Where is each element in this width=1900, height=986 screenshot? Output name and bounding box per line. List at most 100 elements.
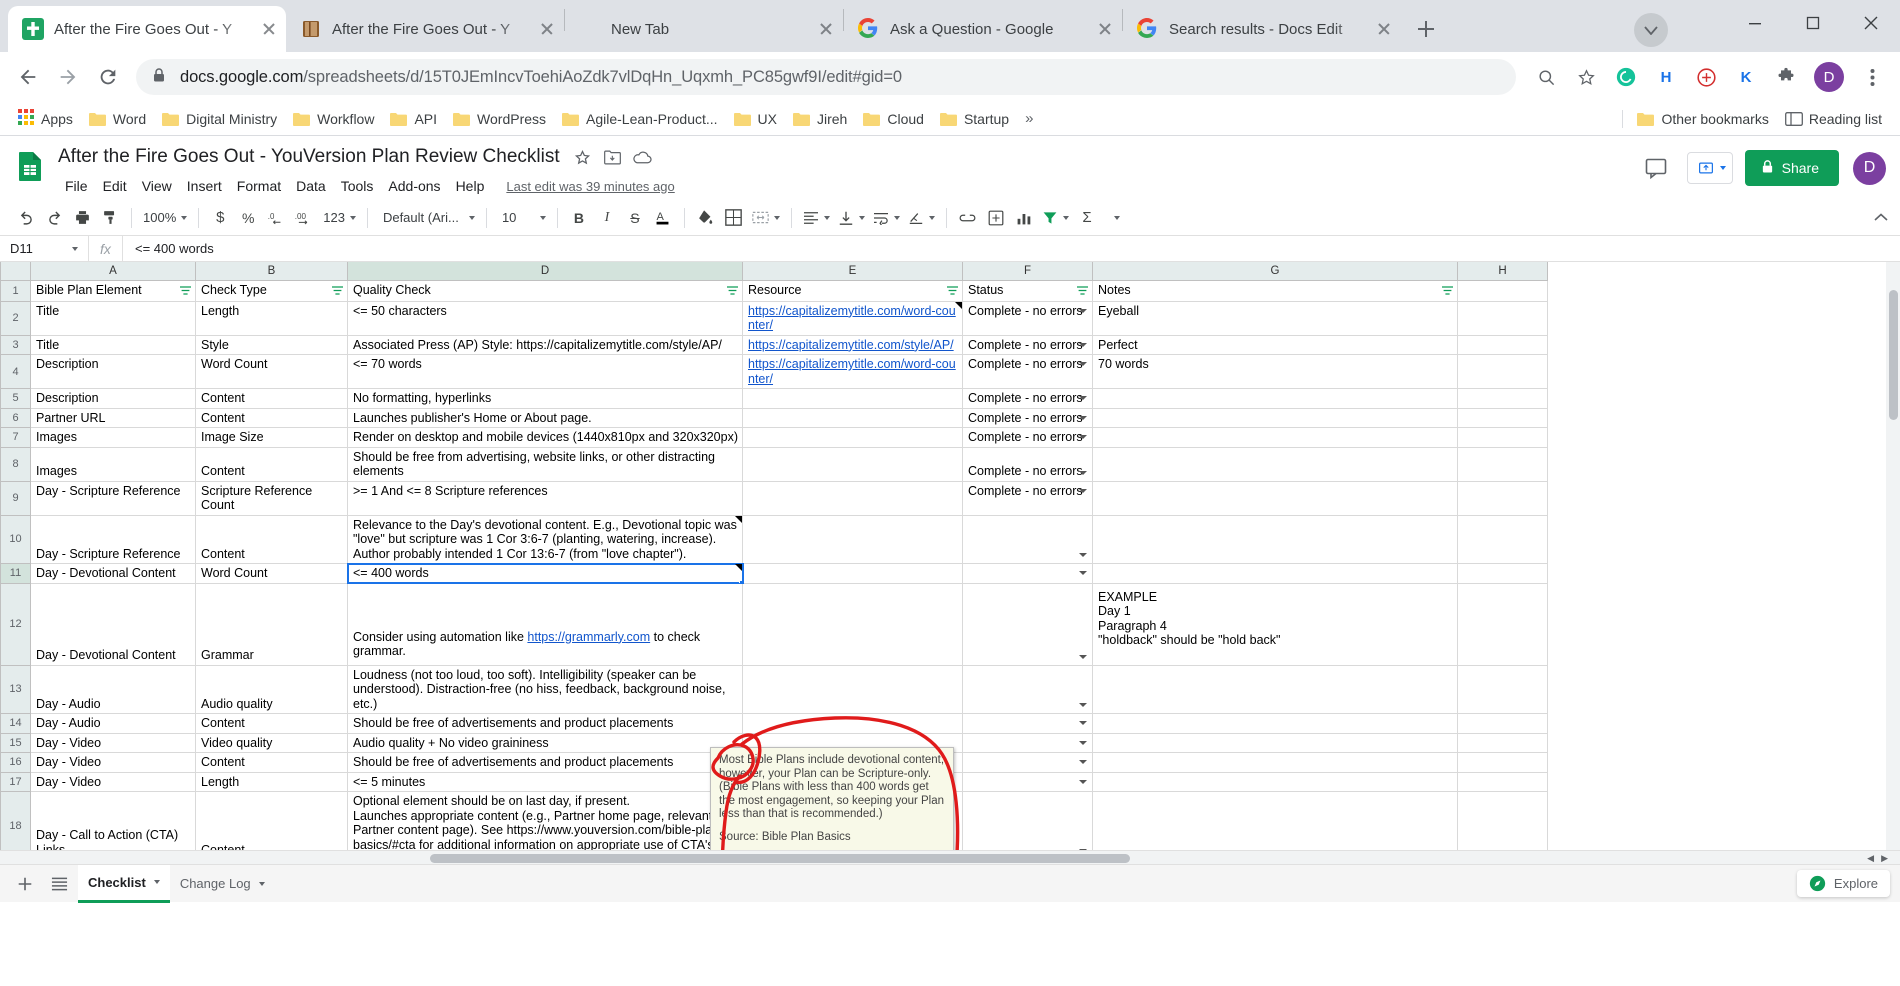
text-color-icon[interactable]: A bbox=[649, 204, 677, 232]
avatar[interactable]: D bbox=[1853, 151, 1886, 185]
bold-icon[interactable]: B bbox=[565, 204, 593, 232]
bookmark-jireh[interactable]: Jireh bbox=[785, 108, 855, 130]
row-header-5[interactable]: 5 bbox=[0, 388, 31, 409]
row-header-12[interactable]: 12 bbox=[0, 582, 31, 666]
chevron-down-icon[interactable] bbox=[1079, 308, 1087, 313]
insert-chart-icon[interactable] bbox=[1010, 204, 1038, 232]
cell-d10[interactable]: Relevance to the Day's devotional conten… bbox=[347, 514, 743, 564]
cell-h12[interactable] bbox=[1457, 582, 1548, 666]
cell-b11[interactable]: Word Count bbox=[195, 563, 348, 584]
close-icon[interactable] bbox=[258, 18, 280, 40]
close-button[interactable] bbox=[1842, 0, 1900, 46]
chevron-down-icon[interactable] bbox=[1079, 760, 1087, 764]
browser-tab-1[interactable]: After the Fire Goes Out - Y bbox=[8, 6, 286, 52]
chevron-down-icon[interactable] bbox=[1079, 488, 1087, 493]
cell-a4[interactable]: Description bbox=[30, 354, 196, 389]
chevron-down-icon[interactable] bbox=[72, 246, 78, 251]
menu-file[interactable]: File bbox=[58, 176, 95, 196]
borders-icon[interactable] bbox=[720, 204, 748, 232]
cell-b7[interactable]: Image Size bbox=[195, 427, 348, 448]
cell-f3[interactable]: Complete - no errors bbox=[962, 334, 1093, 355]
cell-a5[interactable]: Description bbox=[30, 388, 196, 409]
cell-e4[interactable]: https://capitalizemytitle.com/word-count… bbox=[742, 354, 963, 389]
column-header-d[interactable]: D bbox=[347, 262, 743, 281]
cell-a12[interactable]: Day - Devotional Content bbox=[30, 582, 196, 666]
cell-e14[interactable] bbox=[742, 713, 963, 734]
chevron-down-icon[interactable] bbox=[1079, 740, 1087, 745]
all-sheets-icon[interactable] bbox=[44, 869, 74, 899]
new-tab-button[interactable] bbox=[1409, 12, 1443, 46]
cell-f18[interactable] bbox=[962, 791, 1093, 850]
cell-a10[interactable]: Day - Scripture Reference bbox=[30, 514, 196, 564]
cell-a2[interactable]: Title bbox=[30, 300, 196, 336]
row-header-9[interactable]: 9 bbox=[0, 480, 31, 516]
chevron-down-icon[interactable] bbox=[1079, 779, 1087, 784]
address-bar[interactable]: docs.google.com/spreadsheets/d/15T0JEmIn… bbox=[136, 59, 1516, 95]
text-wrap-icon[interactable] bbox=[869, 204, 904, 232]
cell-f11[interactable] bbox=[962, 563, 1093, 584]
functions-icon[interactable]: Σ bbox=[1073, 204, 1101, 232]
header-cell-a1[interactable]: Bible Plan Element bbox=[30, 279, 196, 302]
column-header-h[interactable]: H bbox=[1457, 262, 1548, 281]
text-rotation-icon[interactable] bbox=[904, 204, 939, 232]
header-cell-d1[interactable]: Quality Check bbox=[347, 279, 743, 302]
cell-e7[interactable] bbox=[742, 427, 963, 448]
row-header-17[interactable]: 17 bbox=[0, 771, 31, 792]
cell-a6[interactable]: Partner URL bbox=[30, 407, 196, 428]
chevron-down-icon[interactable] bbox=[1079, 553, 1087, 557]
decrease-decimal-icon[interactable]: .0 bbox=[262, 204, 290, 232]
name-box[interactable]: D11 bbox=[0, 236, 88, 262]
cell-h4[interactable] bbox=[1457, 354, 1548, 389]
bookmark-agile-lean-product[interactable]: Agile-Lean-Product... bbox=[554, 108, 726, 130]
cell-f12[interactable] bbox=[962, 582, 1093, 666]
cell-h16[interactable] bbox=[1457, 752, 1548, 773]
bookmark-digital-ministry[interactable]: Digital Ministry bbox=[154, 108, 285, 130]
grammarly-extension-icon[interactable] bbox=[1609, 60, 1643, 94]
chevron-down-icon[interactable] bbox=[1079, 571, 1087, 575]
cell-g4[interactable]: 70 words bbox=[1092, 354, 1458, 389]
cell-h15[interactable] bbox=[1457, 732, 1548, 753]
column-header-b[interactable]: B bbox=[195, 262, 348, 281]
row-header-7[interactable]: 7 bbox=[0, 427, 31, 448]
menu-data[interactable]: Data bbox=[289, 176, 333, 196]
cell-d4[interactable]: <= 70 words bbox=[347, 354, 743, 389]
cell-f4[interactable]: Complete - no errors bbox=[962, 354, 1093, 389]
horizontal-align-icon[interactable] bbox=[799, 204, 834, 232]
cell-g16[interactable] bbox=[1092, 752, 1458, 773]
reload-icon[interactable] bbox=[88, 57, 128, 97]
note-indicator-icon[interactable] bbox=[735, 515, 742, 523]
cell-g13[interactable] bbox=[1092, 664, 1458, 714]
share-button[interactable]: Share bbox=[1744, 150, 1839, 186]
cell-a17[interactable]: Day - Video bbox=[30, 771, 196, 792]
cell-f10[interactable] bbox=[962, 514, 1093, 564]
cell-f5[interactable]: Complete - no errors bbox=[962, 388, 1093, 409]
cell-f15[interactable] bbox=[962, 732, 1093, 753]
bookmark-api[interactable]: API bbox=[382, 108, 445, 130]
bookmark-cloud[interactable]: Cloud bbox=[855, 108, 932, 130]
cell-b16[interactable]: Content bbox=[195, 752, 348, 773]
h-extension-icon[interactable]: H bbox=[1649, 60, 1683, 94]
menu-view[interactable]: View bbox=[135, 176, 179, 196]
row-header-15[interactable]: 15 bbox=[0, 732, 31, 753]
browser-tab-5[interactable]: Search results - Docs Edit bbox=[1123, 6, 1401, 52]
cell-link[interactable]: https://capitalizemytitle.com/word-count… bbox=[748, 304, 956, 333]
cell-e12[interactable] bbox=[742, 582, 963, 666]
row-header-1[interactable]: 1 bbox=[0, 279, 31, 302]
cell-g15[interactable] bbox=[1092, 732, 1458, 753]
cell-a7[interactable]: Images bbox=[30, 427, 196, 448]
font-family-selector[interactable]: Default (Ari... bbox=[375, 204, 479, 232]
header-cell-g1[interactable]: Notes bbox=[1092, 279, 1458, 302]
cell-e9[interactable] bbox=[742, 480, 963, 516]
italic-icon[interactable]: I bbox=[593, 204, 621, 232]
explore-button[interactable]: Explore bbox=[1796, 870, 1890, 897]
chevron-down-icon[interactable] bbox=[1079, 470, 1087, 475]
cell-h5[interactable] bbox=[1457, 388, 1548, 409]
sheet-tab-change-log[interactable]: Change Log bbox=[170, 865, 275, 903]
cell-g14[interactable] bbox=[1092, 713, 1458, 734]
row-header-13[interactable]: 13 bbox=[0, 664, 31, 714]
present-button[interactable] bbox=[1686, 152, 1733, 184]
cell-link[interactable]: https://capitalizemytitle.com/word-count… bbox=[748, 357, 956, 386]
row-header-14[interactable]: 14 bbox=[0, 713, 31, 734]
back-arrow-icon[interactable] bbox=[8, 57, 48, 97]
formula-input[interactable]: <= 400 words bbox=[122, 235, 1900, 262]
